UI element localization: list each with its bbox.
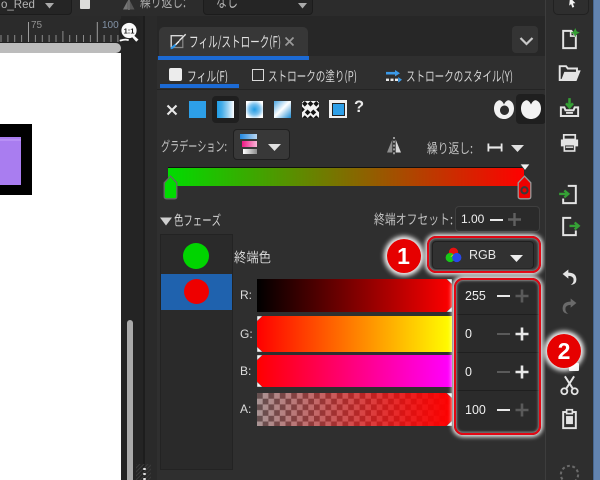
svg-text:1:1: 1:1: [124, 26, 135, 35]
